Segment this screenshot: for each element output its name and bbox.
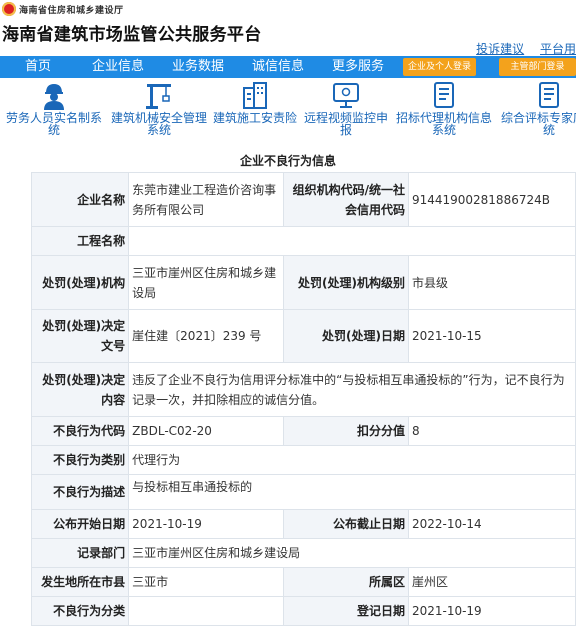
table-row: 公布开始日期 2021-10-19 公布截止日期 2022-10-14 [30,509,576,539]
service-label: 劳务人员实名制系统 [5,111,102,137]
service-label: 远程视频监控申报 [303,111,388,137]
field-label: 组织机构代码/统一社会信用代码 [283,172,409,227]
field-value: ZBDL-C02-20 [128,416,285,446]
field-label: 工程名称 [30,226,130,256]
service-labor-realname[interactable]: 劳务人员实名制系统 [2,80,106,136]
service-label: 建筑施工安责险 [212,111,297,125]
field-label: 企业名称 [30,172,130,227]
field-value: 违反了企业不良行为信用评分标准中的“与投标相互串通投标的”行为，记不良行为记录一… [128,362,576,417]
service-video-monitoring[interactable]: 远程视频监控申报 [302,80,390,136]
site-title: 海南省建筑市场监管公共服务平台 [2,25,262,45]
field-label: 公布开始日期 [30,509,130,539]
field-value: 与投标相互串通投标的 [128,474,576,510]
complaint-link[interactable]: 投诉建议 [476,42,524,56]
table-row: 不良行为代码 ZBDL-C02-20 扣分分值 8 [30,416,576,446]
table-row: 不良行为分类 登记日期 2021-10-19 [30,596,576,626]
service-machinery-safety[interactable]: 建筑机械安全管理系统 [108,80,210,136]
field-label: 不良行为描述 [30,474,130,510]
service-label: 招标代理机构信息系统 [395,111,492,137]
bad-behavior-table: 企业名称 东莞市建业工程造价咨询事务所有限公司 组织机构代码/统一社会信用代码 … [30,172,576,626]
document-icon [434,82,454,108]
field-label: 处罚(处理)决定文号 [30,309,130,363]
table-row: 处罚(处理)决定文号 崖住建〔2021〕239 号 处罚(处理)日期 2021-… [30,309,576,363]
service-expert-pool[interactable]: 综合评标专家库系统 [498,80,576,136]
table-row: 不良行为类别 代理行为 [30,445,576,475]
worker-icon [44,84,64,110]
department-name: 海南省住房和城乡建设厅 [19,6,124,16]
field-label: 所属区 [283,567,409,597]
field-label: 公布截止日期 [283,509,409,539]
document-icon [539,82,559,108]
service-bidding-agency[interactable]: 招标代理机构信息系统 [393,80,495,136]
table-row: 企业名称 东莞市建业工程造价咨询事务所有限公司 组织机构代码/统一社会信用代码 … [30,172,576,227]
field-value: 市县级 [407,255,576,310]
header-links: 投诉建议 平台用 [464,40,576,57]
field-label: 登记日期 [283,596,409,626]
field-value: 2021-10-19 [128,509,285,539]
nav-credit[interactable]: 诚信信息 [252,56,304,78]
table-row: 发生地所在市县 三亚市 所属区 崖州区 [30,567,576,597]
table-row: 处罚(处理)机构 三亚市崖州区住房和城乡建设局 处罚(处理)机构级别 市县级 [30,255,576,310]
table-row: 处罚(处理)决定内容 违反了企业不良行为信用评分标准中的“与投标相互串通投标的”… [30,362,576,417]
monitor-icon [333,83,359,108]
field-value: 8 [407,416,576,446]
field-label: 处罚(处理)机构级别 [283,255,409,310]
field-value: 三亚市崖州区住房和城乡建设局 [128,538,576,568]
field-label: 发生地所在市县 [30,567,130,597]
field-value: 三亚市 [128,567,285,597]
nav-more-services[interactable]: 更多服务 [332,56,384,78]
buildings-icon [243,82,267,109]
field-value [128,596,285,626]
platform-link[interactable]: 平台用 [540,42,576,56]
field-label: 处罚(处理)机构 [30,255,130,310]
nav-enterprise[interactable]: 企业信息 [92,56,144,78]
field-label: 不良行为类别 [30,445,130,475]
field-label: 记录部门 [30,538,130,568]
field-value: 东莞市建业工程造价咨询事务所有限公司 [128,172,285,227]
enterprise-login-button[interactable]: 企业及个人登录 [403,58,476,76]
site-header: 海南省住房和城乡建设厅 海南省建筑市场监管公共服务平台 投诉建议 平台用 [0,0,576,57]
field-value: 91441900281886724B [407,172,576,227]
service-construction-insurance[interactable]: 建筑施工安责险 [211,80,299,124]
field-value: 2022-10-14 [407,509,576,539]
nav-business-data[interactable]: 业务数据 [172,56,224,78]
table-row: 记录部门 三亚市崖州区住房和城乡建设局 [30,538,576,568]
field-value: 三亚市崖州区住房和城乡建设局 [128,255,285,310]
field-label: 不良行为分类 [30,596,130,626]
field-label: 扣分分值 [283,416,409,446]
field-value: 2021-10-19 [407,596,576,626]
service-label: 综合评标专家库系统 [500,111,576,137]
field-value: 代理行为 [128,445,576,475]
field-value: 2021-10-15 [407,309,576,363]
field-label: 不良行为代码 [30,416,130,446]
emblem-icon [2,2,16,16]
table-row: 工程名称 [30,226,576,256]
field-value: 崖住建〔2021〕239 号 [128,309,285,363]
field-label: 处罚(处理)决定内容 [30,362,130,417]
authority-login-button[interactable]: 主管部门登录 [499,58,576,76]
table-row: 不良行为描述 与投标相互串通投标的 [30,474,576,510]
field-value [128,226,576,256]
field-label: 处罚(处理)日期 [283,309,409,363]
service-label: 建筑机械安全管理系统 [110,111,207,137]
service-shortcuts: 劳务人员实名制系统 建筑机械安全管理系统 建筑施工安责险 远程视频监控申报 招标… [0,80,576,142]
main-nav: 首页 企业信息 业务数据 诚信信息 更多服务 企业及个人登录 主管部门登录 [0,56,576,78]
nav-home[interactable]: 首页 [25,56,51,78]
field-value: 崖州区 [407,567,576,597]
crane-icon [146,84,171,109]
record-title: 企业不良行为信息 [239,154,336,168]
